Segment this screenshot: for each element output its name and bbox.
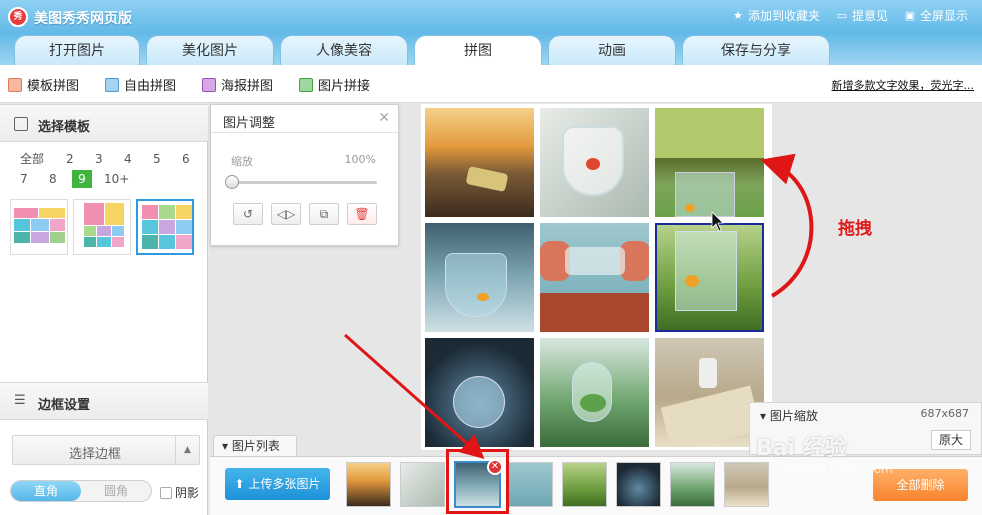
count-3[interactable]: 3	[95, 150, 103, 168]
zoom-panel-size: 687x687	[920, 407, 969, 420]
free-collage-icon	[105, 77, 119, 92]
select-border-dropdown[interactable]: 选择边框 ▲	[12, 435, 200, 465]
add-favorite-link[interactable]: ★ 添加到收藏夹	[732, 7, 820, 24]
template-icon	[14, 117, 28, 131]
annotation-highlight-box	[446, 449, 509, 514]
rotate-button[interactable]: ↺	[233, 203, 263, 225]
baidu-watermark: Bai 经验	[756, 436, 847, 461]
thumbnail-1[interactable]	[346, 462, 391, 507]
zoom-slider-track[interactable]	[233, 181, 377, 184]
zoom-label: 缩放	[231, 155, 253, 168]
thumbnail-2[interactable]	[400, 462, 445, 507]
poster-collage-icon	[202, 77, 216, 92]
template-thumb-3-selected[interactable]	[136, 199, 194, 255]
picture-list-tab[interactable]: ▾ 图片列表	[213, 435, 297, 457]
count-8[interactable]: 8	[49, 170, 57, 188]
main-tab-bar: 打开图片 美化图片 人像美容 拼图 动画 保存与分享	[0, 33, 982, 65]
comment-icon: ▭	[836, 8, 848, 22]
thumbnail-8[interactable]	[724, 462, 769, 507]
collage-photo-3[interactable]	[655, 108, 764, 217]
tab-open-image[interactable]: 打开图片	[14, 35, 140, 65]
template-collage-icon	[8, 77, 22, 92]
sliders-icon: ☰	[14, 393, 26, 408]
fullscreen-link[interactable]: ▣ 全屏显示	[904, 7, 968, 24]
tab-animation[interactable]: 动画	[548, 35, 676, 65]
flip-icon: ◁▷	[276, 207, 296, 221]
remove-thumbnail-icon[interactable]: ✕	[487, 459, 503, 475]
mode-poster-collage[interactable]: 海报拼图	[202, 75, 273, 94]
mode-template-collage[interactable]: 模板拼图	[8, 75, 79, 94]
app-logo: 秀	[8, 7, 28, 27]
star-icon: ★	[733, 8, 743, 22]
count-all[interactable]: 全部	[20, 150, 44, 168]
image-adjust-panel: 图片调整 ✕ 缩放 100% ↺ ◁▷ ⧉ 🗑	[210, 104, 399, 246]
swap-button[interactable]: ⧉	[309, 203, 339, 225]
upload-arrow-icon: ⬆	[234, 477, 245, 491]
count-9[interactable]: 9	[72, 170, 92, 188]
tab-collage[interactable]: 拼图	[414, 35, 542, 65]
zoom-panel-title: ▾ 图片缩放	[760, 409, 818, 423]
collage-photo-2[interactable]	[540, 108, 649, 217]
collage-photo-6-selected[interactable]	[655, 223, 764, 332]
zoom-slider-knob[interactable]	[225, 175, 239, 189]
count-10plus[interactable]: 10+	[104, 170, 129, 188]
template-panel-header: 选择模板	[0, 104, 208, 142]
baidu-watermark-url: jingyan.baidu.com	[782, 462, 893, 476]
chevron-up-icon: ▲	[175, 436, 199, 464]
count-6[interactable]: 6	[182, 150, 190, 168]
count-2[interactable]: 2	[66, 150, 74, 168]
tab-portrait[interactable]: 人像美容	[280, 35, 408, 65]
upload-images-button[interactable]: ⬆ 上传多张图片	[225, 468, 330, 500]
original-size-button[interactable]: 原大	[931, 430, 971, 450]
collage-photo-9[interactable]	[655, 338, 764, 447]
swap-icon: ⧉	[319, 207, 329, 221]
top-links: ★ 添加到收藏夹 ▭ 提意见 ▣ 全屏显示	[732, 7, 968, 24]
collage-photo-8[interactable]	[540, 338, 649, 447]
close-icon[interactable]: ✕	[378, 110, 390, 126]
corner-round-option[interactable]: 圆角	[81, 481, 151, 501]
image-stitch-icon	[299, 77, 313, 92]
thumbnail-6[interactable]	[616, 462, 661, 507]
title-bar: 秀 美图秀秀网页版 ★ 添加到收藏夹 ▭ 提意见 ▣ 全屏显示	[0, 0, 982, 33]
template-thumb-1[interactable]	[10, 199, 68, 255]
thumbnail-4[interactable]	[508, 462, 553, 507]
flip-button[interactable]: ◁▷	[271, 203, 301, 225]
collage-photo-5[interactable]	[540, 223, 649, 332]
adjust-panel-title: 图片调整	[211, 105, 398, 133]
thumbnail-7[interactable]	[670, 462, 715, 507]
app-title: 美图秀秀网页版	[34, 11, 132, 27]
count-4[interactable]: 4	[124, 150, 132, 168]
collage-photo-4[interactable]	[425, 223, 534, 332]
corner-square-option[interactable]: 直角	[11, 481, 81, 501]
feedback-link[interactable]: ▭ 提意见	[836, 7, 888, 24]
border-panel-header: ☰ 边框设置	[0, 382, 208, 420]
mode-free-collage[interactable]: 自由拼图	[105, 75, 176, 94]
delete-image-button[interactable]: 🗑	[347, 203, 377, 225]
left-panel: 选择模板 全部 2 3 4 5 6 7 8 9 10+ ☰ 边框设置 选择边框 …	[0, 104, 208, 515]
shadow-checkbox[interactable]: 阴影	[160, 484, 199, 501]
tab-save-share[interactable]: 保存与分享	[682, 35, 830, 65]
checkbox-box	[160, 486, 172, 499]
count-5[interactable]: 5	[153, 150, 161, 168]
trash-icon: 🗑	[354, 207, 370, 221]
collage-photo-7[interactable]	[425, 338, 534, 447]
zoom-value: 100%	[344, 153, 376, 166]
fullscreen-icon: ▣	[904, 8, 916, 22]
collage-photo-1[interactable]	[425, 108, 534, 217]
collage-canvas[interactable]	[421, 104, 772, 450]
rotate-icon: ↺	[242, 207, 254, 221]
thumbnail-5[interactable]	[562, 462, 607, 507]
tab-beautify[interactable]: 美化图片	[146, 35, 274, 65]
mode-image-stitch[interactable]: 图片拼接	[299, 75, 370, 94]
collage-mode-nav: 模板拼图 自由拼图 海报拼图 图片拼接 新增多款文字效果，荧光字...	[0, 65, 982, 103]
drag-annotation-label: 拖拽	[838, 219, 872, 239]
count-7[interactable]: 7	[20, 170, 28, 188]
news-link[interactable]: 新增多款文字效果，荧光字...	[832, 77, 975, 93]
corner-style-toggle: 直角 圆角	[10, 480, 152, 502]
template-thumb-2[interactable]	[73, 199, 131, 255]
